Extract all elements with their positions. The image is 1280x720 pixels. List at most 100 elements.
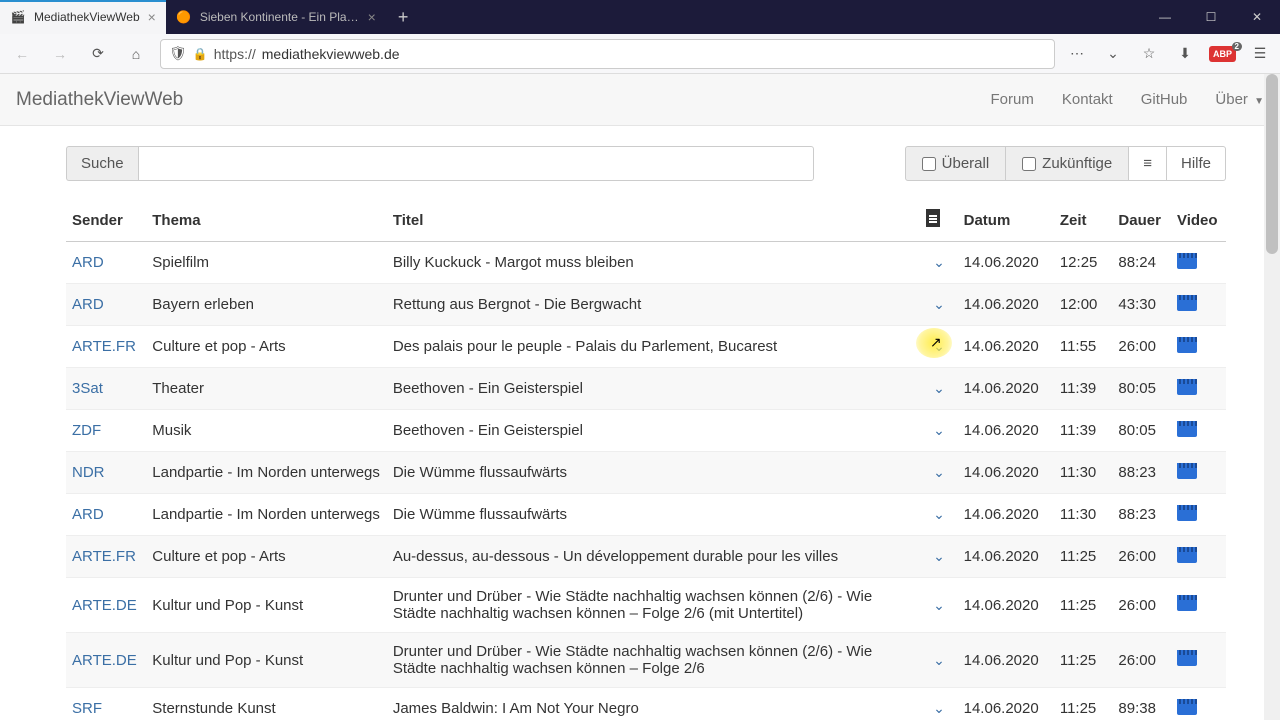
expand-button[interactable]: ⌄ <box>927 378 951 399</box>
hamburger-menu-icon[interactable]: ☰ <box>1248 42 1272 66</box>
home-button[interactable]: ⌂ <box>122 40 150 68</box>
everywhere-checkbox-input[interactable] <box>922 157 936 171</box>
clapperboard-icon[interactable] <box>1177 463 1197 479</box>
pocket-icon[interactable]: ⌄ <box>1101 42 1125 66</box>
maximize-button[interactable]: ☐ <box>1188 0 1234 34</box>
table-row[interactable]: NDRLandpartie - Im Norden unterwegsDie W… <box>66 452 1226 494</box>
th-video[interactable]: Video <box>1171 199 1226 242</box>
forward-button[interactable]: → <box>46 40 74 68</box>
sender-link[interactable]: ZDF <box>72 422 101 439</box>
cell-thema: Kultur und Pop - Kunst <box>146 578 387 633</box>
clapperboard-icon[interactable] <box>1177 253 1197 269</box>
close-icon[interactable]: × <box>148 9 156 25</box>
expand-button[interactable]: ⌄ <box>927 252 951 273</box>
clapperboard-icon[interactable] <box>1177 595 1197 611</box>
expand-button[interactable]: ⌄ <box>927 336 951 357</box>
cell-datum: 14.06.2020 <box>958 368 1054 410</box>
expand-button[interactable]: ⌄ <box>927 595 951 616</box>
adblock-icon[interactable]: ABP <box>1209 46 1236 62</box>
sender-link[interactable]: SRF <box>72 700 102 717</box>
scrollbar-thumb[interactable] <box>1266 74 1278 254</box>
expand-button[interactable]: ⌄ <box>927 294 951 315</box>
th-thema[interactable]: Thema <box>146 199 387 242</box>
expand-button[interactable]: ⌄ <box>927 420 951 441</box>
document-icon <box>926 209 940 227</box>
clapperboard-icon: 🎬 <box>10 9 26 25</box>
clapperboard-icon[interactable] <box>1177 295 1197 311</box>
lock-icon: 🔒 <box>193 47 208 61</box>
nav-links: Forum Kontakt GitHub Über ▼ <box>991 91 1265 108</box>
nav-link-forum[interactable]: Forum <box>991 91 1034 108</box>
everywhere-checkbox[interactable]: Überall <box>905 146 1007 181</box>
page-actions-icon[interactable]: ⋯ <box>1065 42 1089 66</box>
clapperboard-icon[interactable] <box>1177 547 1197 563</box>
new-tab-button[interactable]: + <box>386 7 421 28</box>
minimize-button[interactable]: — <box>1142 0 1188 34</box>
table-row[interactable]: ARTE.FRCulture et pop - ArtsDes palais p… <box>66 326 1226 368</box>
th-titel[interactable]: Titel <box>387 199 920 242</box>
table-row[interactable]: ARTE.DEKultur und Pop - KunstDrunter und… <box>66 578 1226 633</box>
clapperboard-icon[interactable] <box>1177 650 1197 666</box>
table-row[interactable]: ZDFMusikBeethoven - Ein Geisterspiel⌄14.… <box>66 410 1226 452</box>
url-bar[interactable]: 🛡 🔒 https://mediathekviewweb.de <box>160 39 1055 69</box>
expand-button[interactable]: ⌄ <box>927 546 951 567</box>
nav-link-kontakt[interactable]: Kontakt <box>1062 91 1113 108</box>
table-row[interactable]: SRFSternstunde KunstJames Baldwin: I Am … <box>66 688 1226 720</box>
cell-zeit: 11:25 <box>1054 536 1113 578</box>
table-row[interactable]: ARDBayern erlebenRettung aus Bergnot - D… <box>66 284 1226 326</box>
site-brand[interactable]: MediathekViewWeb <box>16 89 183 111</box>
cell-datum: 14.06.2020 <box>958 452 1054 494</box>
expand-button[interactable]: ⌄ <box>927 504 951 525</box>
sender-link[interactable]: ARD <box>72 296 104 313</box>
th-description[interactable] <box>920 199 957 242</box>
sender-link[interactable]: 3Sat <box>72 380 103 397</box>
back-button[interactable]: ← <box>8 40 36 68</box>
cell-datum: 14.06.2020 <box>958 688 1054 720</box>
table-row[interactable]: ARTE.FRCulture et pop - ArtsAu-dessus, a… <box>66 536 1226 578</box>
th-sender[interactable]: Sender <box>66 199 146 242</box>
clapperboard-icon[interactable] <box>1177 699 1197 715</box>
sender-link[interactable]: ARTE.FR <box>72 548 136 565</box>
future-checkbox-input[interactable] <box>1022 157 1036 171</box>
sender-link[interactable]: ARD <box>72 254 104 271</box>
th-dauer[interactable]: Dauer <box>1112 199 1171 242</box>
cell-dauer: 88:23 <box>1112 452 1171 494</box>
page-scrollbar[interactable] <box>1264 74 1280 720</box>
sender-link[interactable]: NDR <box>72 464 105 481</box>
cell-zeit: 11:25 <box>1054 578 1113 633</box>
table-row[interactable]: ARDLandpartie - Im Norden unterwegsDie W… <box>66 494 1226 536</box>
close-icon[interactable]: × <box>368 9 376 25</box>
future-checkbox[interactable]: Zukünftige <box>1006 146 1129 181</box>
table-row[interactable]: 3SatTheaterBeethoven - Ein Geisterspiel⌄… <box>66 368 1226 410</box>
zdf-icon: 🟠 <box>176 9 192 25</box>
help-button[interactable]: Hilfe <box>1167 146 1226 181</box>
nav-link-ueber[interactable]: Über ▼ <box>1215 91 1264 108</box>
clapperboard-icon[interactable] <box>1177 379 1197 395</box>
close-window-button[interactable]: ✕ <box>1234 0 1280 34</box>
cell-zeit: 11:39 <box>1054 368 1113 410</box>
th-zeit[interactable]: Zeit <box>1054 199 1113 242</box>
clapperboard-icon[interactable] <box>1177 505 1197 521</box>
sender-link[interactable]: ARTE.DE <box>72 597 137 614</box>
expand-button[interactable]: ⌄ <box>927 650 951 671</box>
expand-button[interactable]: ⌄ <box>927 462 951 483</box>
th-datum[interactable]: Datum <box>958 199 1054 242</box>
browser-tab-inactive[interactable]: 🟠 Sieben Kontinente - Ein Planet × <box>166 0 386 34</box>
clapperboard-icon[interactable] <box>1177 421 1197 437</box>
cell-thema: Culture et pop - Arts <box>146 536 387 578</box>
table-row[interactable]: ARDSpielfilmBilly Kuckuck - Margot muss … <box>66 242 1226 284</box>
reload-button[interactable]: ⟳ <box>84 40 112 68</box>
sender-link[interactable]: ARTE.FR <box>72 338 136 355</box>
expand-button[interactable]: ⌄ <box>927 698 951 719</box>
rss-button[interactable]: ≡ <box>1129 146 1167 181</box>
downloads-icon[interactable]: ⬇ <box>1173 42 1197 66</box>
bookmark-icon[interactable]: ☆ <box>1137 42 1161 66</box>
nav-link-github[interactable]: GitHub <box>1141 91 1188 108</box>
cell-zeit: 12:00 <box>1054 284 1113 326</box>
browser-tab-active[interactable]: 🎬 MediathekViewWeb × <box>0 0 166 34</box>
search-input[interactable] <box>138 146 814 181</box>
sender-link[interactable]: ARD <box>72 506 104 523</box>
table-row[interactable]: ARTE.DEKultur und Pop - KunstDrunter und… <box>66 633 1226 688</box>
sender-link[interactable]: ARTE.DE <box>72 652 137 669</box>
clapperboard-icon[interactable] <box>1177 337 1197 353</box>
